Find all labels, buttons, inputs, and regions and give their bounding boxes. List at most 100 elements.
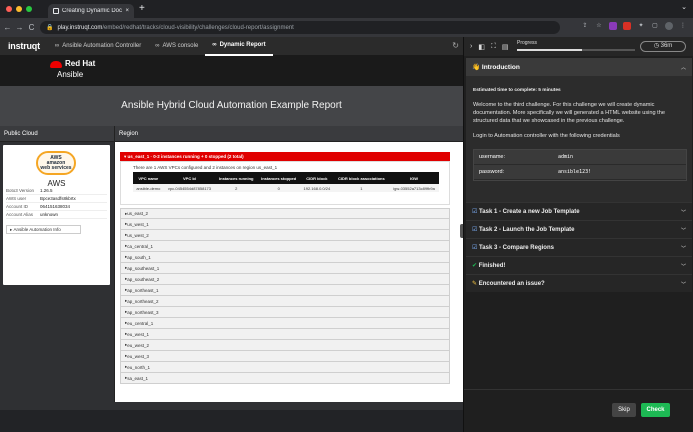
tab-aws-console[interactable]: ∞ AWS console (148, 37, 205, 56)
introduction-accordion[interactable]: 👋 Introduction ︿ (466, 58, 692, 76)
vpc-table: VPC name VPC Id Instances running Instan… (133, 172, 439, 192)
wrench-icon: ✎ (472, 281, 479, 287)
region-row[interactable]: ▸ ca_central_1 (120, 241, 450, 252)
instruqt-logo: instruqt (8, 41, 40, 51)
region-note: There are 1 AWS VPCs configured and 2 in… (133, 165, 278, 170)
region-label: ap_northeast_3 (127, 309, 159, 315)
tab-close-icon[interactable]: × (125, 8, 129, 14)
region-label: ap_southeast_1 (127, 265, 160, 271)
issue-accordion[interactable]: ✎ Encountered an issue? ﹀ (466, 274, 692, 292)
finished-accordion[interactable]: ✔ Finished! ﹀ (466, 256, 692, 274)
task-3-accordion[interactable]: ☑ Task 3 - Compare Regions ﹀ (466, 238, 692, 256)
collapse-sidebar-icon[interactable]: › (470, 43, 472, 50)
browser-extension-icons: ⇪ ☆ ✦ ▢ ⋮ (581, 22, 687, 30)
close-window-button[interactable] (6, 6, 12, 12)
info-row: Account Alias unknown (6, 211, 107, 219)
tab-search-chevron-icon[interactable]: ⌄ (681, 3, 687, 11)
aws-logo: AWS amazon web services (36, 151, 76, 175)
column-header: Instances stopped (257, 172, 301, 184)
progress-label: Progress (517, 40, 538, 46)
region-row[interactable]: ▸ ap_southeast_1 (120, 263, 450, 274)
checklist-icon: ☑ (472, 209, 480, 215)
public-cloud-panel: AWS amazon web services AWS Boto3 Version 1… (0, 142, 115, 402)
region-us-east-1-header[interactable]: ▾ us_east_1 · 0-2 instances running + 0 … (120, 152, 450, 161)
menu-kebab-icon[interactable]: ⋮ (679, 22, 687, 30)
chevron-down-icon: ﹀ (680, 210, 686, 216)
region-row[interactable]: ▸ us_west_2 (120, 230, 450, 241)
region-row[interactable]: ▸ ap_northeast_1 (120, 285, 450, 296)
region-row[interactable]: ▸ eu_west_3 (120, 351, 450, 362)
checklist-icon: ☑ (472, 245, 480, 251)
region-row[interactable]: ▸ us_west_1 (120, 219, 450, 230)
minimize-window-button[interactable] (16, 6, 22, 12)
region-row[interactable]: ▸ us_east_2 (120, 208, 450, 219)
ansible-automation-info-button[interactable]: ▸ Ansible Automation Info (6, 225, 81, 234)
fullscreen-icon[interactable]: ⛶ (491, 43, 496, 51)
region-row[interactable]: ▸ sa_east_1 (120, 373, 450, 384)
check-icon: ✔ (472, 263, 479, 269)
aws-card: AWS amazon web services AWS Boto3 Version 1… (3, 145, 110, 285)
extension-icon[interactable] (609, 22, 617, 30)
report-header: Red Hat Ansible (0, 56, 463, 86)
link-icon: ∞ (155, 43, 160, 49)
region-label: eu_north_1 (127, 364, 151, 370)
region-row[interactable]: ▸ eu_west_2 (120, 340, 450, 351)
dynamic-report-frame: Red Hat Ansible Ansible Hybrid Cloud Aut… (0, 56, 463, 432)
link-icon: ∞ (54, 43, 60, 49)
info-row: AWS user Bpce3asdfs8kbrtx (6, 195, 107, 203)
reload-icon[interactable]: C (27, 23, 36, 32)
report-footer (0, 410, 463, 432)
task-2-accordion[interactable]: ☑ Task 2 - Launch the Job Template ﹀ (466, 220, 692, 238)
introduction-content: Estimated time to complete: 5 minutes We… (466, 76, 692, 220)
timer-badge: ◷ 36m (640, 41, 686, 52)
forward-arrow-icon[interactable]: → (15, 23, 24, 32)
region-label: ca_central_1 (127, 243, 154, 249)
region-row[interactable]: ▸ ap_southeast_2 (120, 274, 450, 285)
region-label: eu_west_1 (127, 331, 150, 337)
task-1-accordion[interactable]: ☑ Task 1 - Create a new Job Template ﹀ (466, 202, 692, 220)
screen: Creating Dynamic Documentation × + ⌄ ← →… (0, 0, 693, 432)
sidebar-icon[interactable]: ▢ (651, 22, 659, 30)
browser-tab[interactable]: Creating Dynamic Documentation × (48, 4, 134, 18)
maximize-window-button[interactable] (26, 6, 32, 12)
region-row[interactable]: ▸ ap_northeast_2 (120, 296, 450, 307)
profile-avatar[interactable] (665, 22, 673, 30)
lock-icon: 🔒 (46, 25, 54, 31)
layout-icon[interactable]: ◧ (478, 43, 485, 51)
region-row[interactable]: ▸ eu_west_1 (120, 329, 450, 340)
puzzle-icon[interactable]: ✦ (637, 22, 645, 30)
notes-icon[interactable]: ▤ (502, 43, 509, 51)
bookmark-star-icon[interactable]: ☆ (595, 22, 603, 30)
share-icon[interactable]: ⇪ (581, 22, 589, 30)
table-row: username: admin (474, 150, 686, 165)
skip-button[interactable]: Skip (612, 403, 636, 417)
region-panel: ▾ us_east_1 · 0-2 instances running + 0 … (115, 142, 463, 402)
vpc-table-header-row: VPC name VPC Id Instances running Instan… (133, 172, 439, 184)
aws-info-table: Boto3 Version 1.26.5 AWS user Bpce3asdfs8k… (6, 187, 107, 219)
region-label: us_west_1 (127, 221, 149, 227)
sidebar-footer: Skip Check (464, 389, 693, 432)
estimated-time: Estimated time to complete: 5 minutes (473, 88, 561, 93)
address-bar[interactable]: 🔒 play.instruqt.com /embed/redhat/tracks… (40, 21, 560, 34)
refresh-tab-icon[interactable]: ↻ (452, 41, 459, 50)
region-row[interactable]: ▸ eu_north_1 (120, 362, 450, 373)
tab-dynamic-report[interactable]: ∞ Dynamic Report (205, 37, 273, 56)
progress-bar (517, 49, 635, 51)
region-row[interactable]: ▸ ap_northeast_3 (120, 307, 450, 318)
region-row[interactable]: ▸ eu_central_1 (120, 318, 450, 329)
tab-favicon-icon (53, 8, 59, 14)
new-tab-plus-icon[interactable]: + (139, 3, 145, 15)
region-heading: Region (115, 126, 463, 142)
back-arrow-icon[interactable]: ← (3, 23, 12, 32)
chevron-down-icon: ﹀ (680, 264, 686, 270)
check-button[interactable]: Check (641, 403, 670, 417)
region-label: us_west_2 (127, 232, 149, 238)
extension-icon[interactable] (623, 22, 631, 30)
credentials-table: username: admin password: ansible123! (473, 149, 687, 181)
tab-ansible-controller[interactable]: ∞ Ansible Automation Controller (48, 37, 148, 56)
chevron-down-icon: ﹀ (680, 228, 686, 234)
ansible-wordmark: Ansible (57, 70, 84, 79)
region-row[interactable]: ▸ ap_south_1 (120, 252, 450, 263)
redhat-logo: Red Hat (50, 60, 95, 68)
instruqt-topbar: instruqt ∞ Ansible Automation Controller… (0, 37, 463, 56)
